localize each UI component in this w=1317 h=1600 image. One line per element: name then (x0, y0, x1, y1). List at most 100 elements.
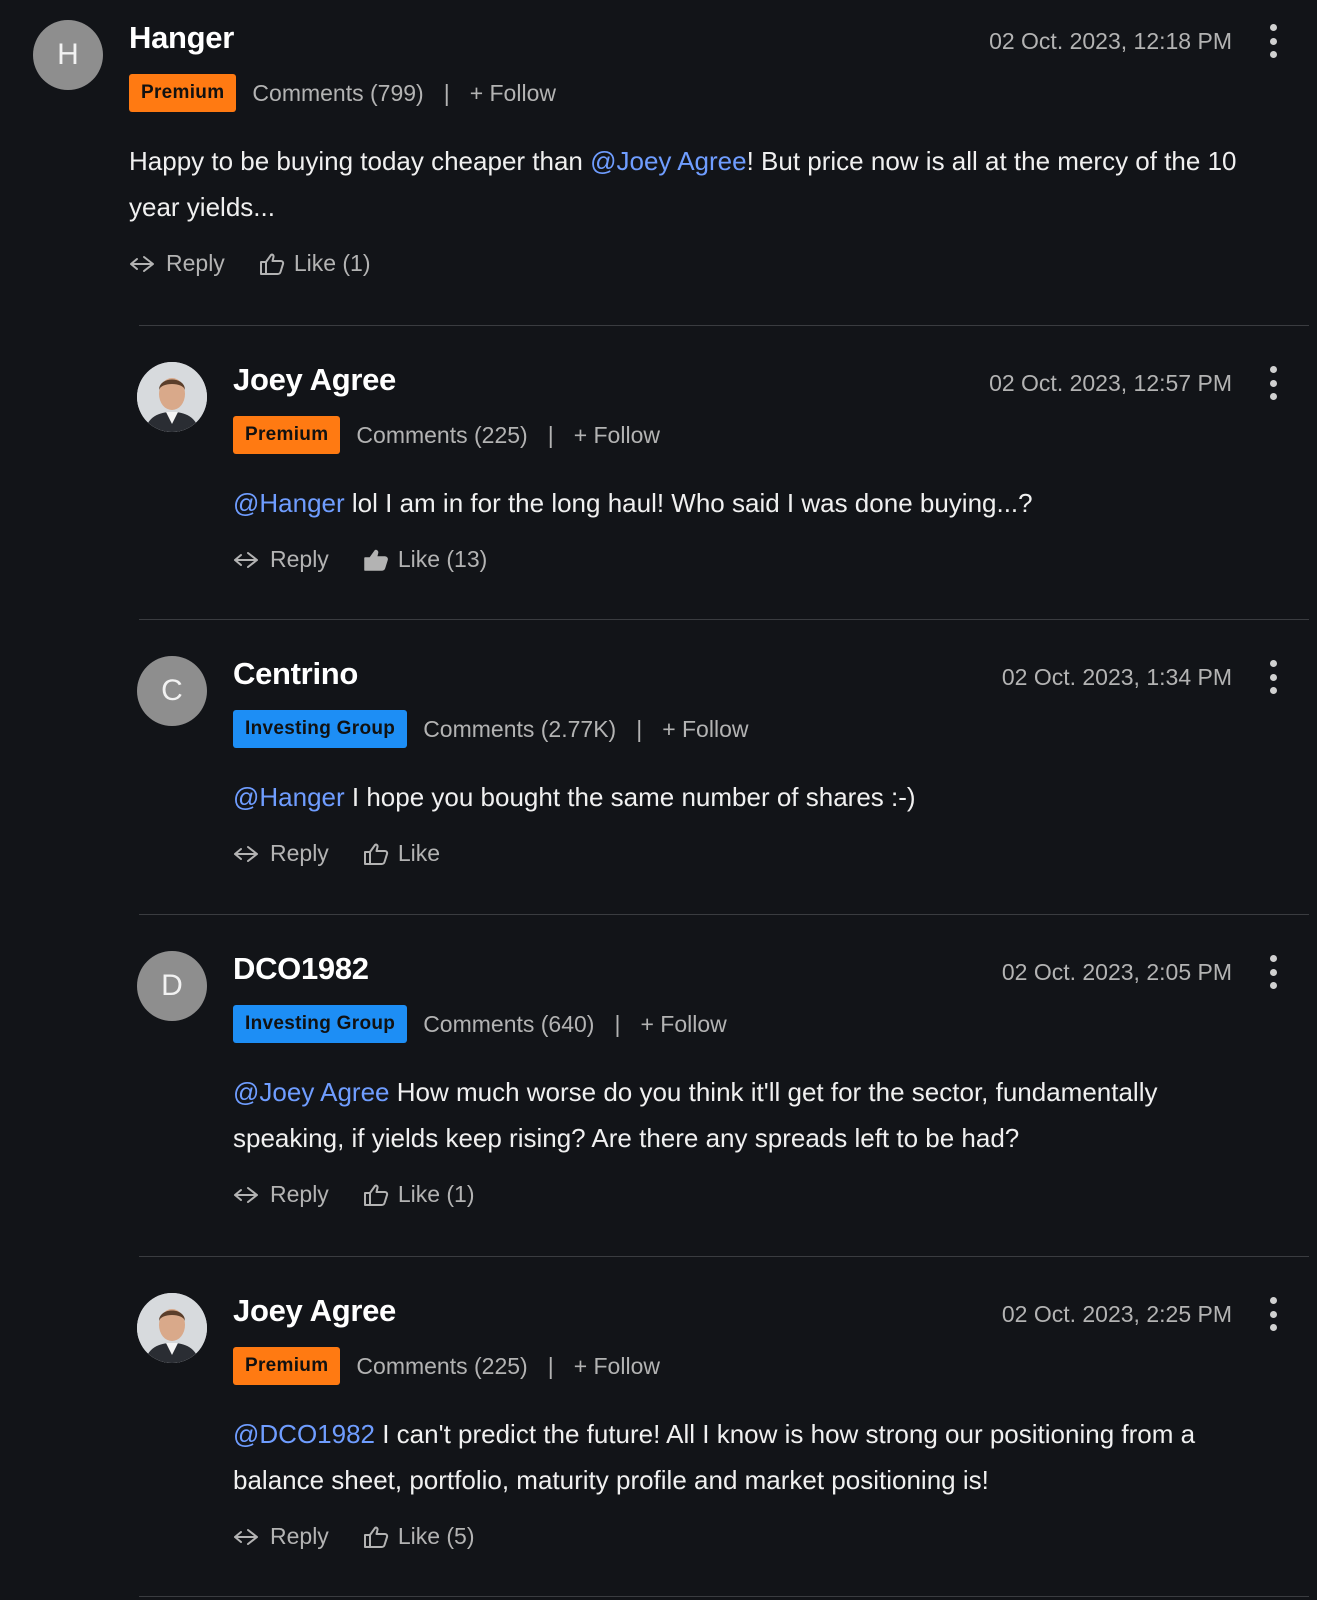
avatar-initial: H (57, 38, 79, 71)
thumbs-up-filled-icon (364, 549, 388, 571)
premium-badge: Premium (233, 416, 341, 454)
like-label: Like (1) (397, 1181, 475, 1207)
comments-count-link[interactable]: Comments (640) (423, 1011, 594, 1038)
comment-text: @Hanger I hope you bought the same numbe… (233, 774, 1283, 820)
like-label: Like (1) (293, 250, 371, 276)
follow-button[interactable]: + Follow (640, 1011, 726, 1038)
follow-button[interactable]: + Follow (662, 716, 748, 743)
kebab-menu-icon[interactable] (1266, 660, 1280, 694)
mention-link[interactable]: @Hanger (233, 782, 345, 812)
comment-actions: Reply Like (1) (129, 250, 371, 277)
author-meta: Premium Comments (225) | + Follow (233, 1347, 660, 1385)
comment-actions: Reply Like (13) (233, 546, 487, 573)
meta-separator: | (614, 1010, 621, 1037)
comment-date: 02 Oct. 2023, 12:18 PM (989, 28, 1232, 54)
user-photo-icon (137, 1293, 207, 1363)
follow-button[interactable]: + Follow (574, 422, 660, 449)
reply-arrow-icon (234, 1528, 258, 1545)
divider (139, 1256, 1309, 1257)
like-label: Like (397, 840, 441, 866)
comment-text: Happy to be buying today cheaper than @J… (129, 138, 1249, 230)
thumbs-up-icon (363, 1184, 388, 1206)
comment-date: 02 Oct. 2023, 12:57 PM (989, 370, 1232, 396)
reply-arrow-icon (234, 1186, 258, 1203)
comment-text-part: lol I am in for the long haul! Who said … (344, 488, 1033, 518)
kebab-menu-icon[interactable] (1266, 1297, 1280, 1331)
author-name[interactable]: Joey Agree (233, 1293, 396, 1329)
comment-actions: Reply Like (5) (233, 1523, 475, 1550)
avatar[interactable]: H (33, 20, 103, 90)
meta-separator: | (443, 79, 450, 106)
reply-button[interactable]: Reply (129, 250, 225, 277)
divider (139, 914, 1309, 915)
meta-separator: | (636, 715, 643, 742)
premium-badge: Premium (129, 74, 237, 112)
comments-count-link[interactable]: Comments (799) (252, 80, 423, 107)
reply-label: Reply (270, 546, 329, 572)
author-name[interactable]: DCO1982 (233, 951, 369, 987)
kebab-menu-icon[interactable] (1266, 955, 1280, 989)
kebab-menu-icon[interactable] (1266, 24, 1280, 58)
avatar[interactable] (137, 1293, 207, 1363)
like-button[interactable]: Like (363, 840, 440, 867)
author-meta: Premium Comments (799) | + Follow (129, 74, 556, 112)
avatar-initial: D (161, 969, 183, 1002)
meta-separator: | (547, 1352, 554, 1379)
mention-link[interactable]: @Hanger (233, 488, 345, 518)
mention-link[interactable]: @DCO1982 (233, 1419, 375, 1449)
comment-date: 02 Oct. 2023, 1:34 PM (1001, 664, 1232, 690)
mention-link[interactable]: @Joey Agree (590, 146, 746, 176)
avatar[interactable] (137, 362, 207, 432)
like-button[interactable]: Like (5) (363, 1523, 475, 1550)
avatar-initial: C (161, 674, 183, 707)
author-meta: Investing Group Comments (2.77K) | + Fol… (233, 710, 748, 748)
reply-arrow-icon (234, 845, 258, 862)
thumbs-up-icon (363, 843, 388, 865)
author-meta: Premium Comments (225) | + Follow (233, 416, 660, 454)
comment-text: @DCO1982 I can't predict the future! All… (233, 1411, 1293, 1503)
comment-text: @Joey Agree How much worse do you think … (233, 1069, 1243, 1161)
comments-count-link[interactable]: Comments (2.77K) (423, 716, 616, 743)
comments-count-link[interactable]: Comments (225) (356, 422, 527, 449)
reply-button[interactable]: Reply (233, 546, 329, 573)
like-label: Like (5) (397, 1523, 475, 1549)
mention-link[interactable]: @Joey Agree (233, 1077, 389, 1107)
reply-button[interactable]: Reply (233, 840, 329, 867)
reply-button[interactable]: Reply (233, 1523, 329, 1550)
like-button[interactable]: Like (13) (363, 546, 487, 573)
thumbs-up-icon (259, 253, 284, 275)
divider (139, 619, 1309, 620)
investing-group-badge: Investing Group (233, 710, 408, 748)
investing-group-badge: Investing Group (233, 1005, 408, 1043)
reply-button[interactable]: Reply (233, 1181, 329, 1208)
reply-label: Reply (270, 840, 329, 866)
like-label: Like (13) (397, 546, 488, 572)
divider (139, 325, 1309, 326)
comment-actions: Reply Like (1) (233, 1181, 475, 1208)
comments-count-link[interactable]: Comments (225) (356, 1353, 527, 1380)
divider (139, 1596, 1309, 1597)
thumbs-up-icon (363, 1526, 388, 1548)
author-name[interactable]: Centrino (233, 656, 358, 692)
kebab-menu-icon[interactable] (1266, 366, 1280, 400)
user-photo-icon (137, 362, 207, 432)
author-name[interactable]: Joey Agree (233, 362, 396, 398)
reply-label: Reply (270, 1523, 329, 1549)
author-name[interactable]: Hanger (129, 20, 234, 56)
follow-button[interactable]: + Follow (574, 1353, 660, 1380)
comment-actions: Reply Like (233, 840, 440, 867)
reply-arrow-icon (130, 255, 154, 272)
like-button[interactable]: Like (1) (259, 250, 371, 277)
meta-separator: | (547, 421, 554, 448)
reply-label: Reply (166, 250, 225, 276)
like-button[interactable]: Like (1) (363, 1181, 475, 1208)
follow-button[interactable]: + Follow (470, 80, 556, 107)
comment-text-part: I can't predict the future! All I know i… (233, 1419, 1196, 1495)
comment-text: @Hanger lol I am in for the long haul! W… (233, 480, 1283, 526)
premium-badge: Premium (233, 1347, 341, 1385)
avatar[interactable]: D (137, 951, 207, 1021)
avatar[interactable]: C (137, 656, 207, 726)
comment-date: 02 Oct. 2023, 2:05 PM (1001, 959, 1232, 985)
reply-arrow-icon (234, 551, 258, 568)
reply-label: Reply (270, 1181, 329, 1207)
